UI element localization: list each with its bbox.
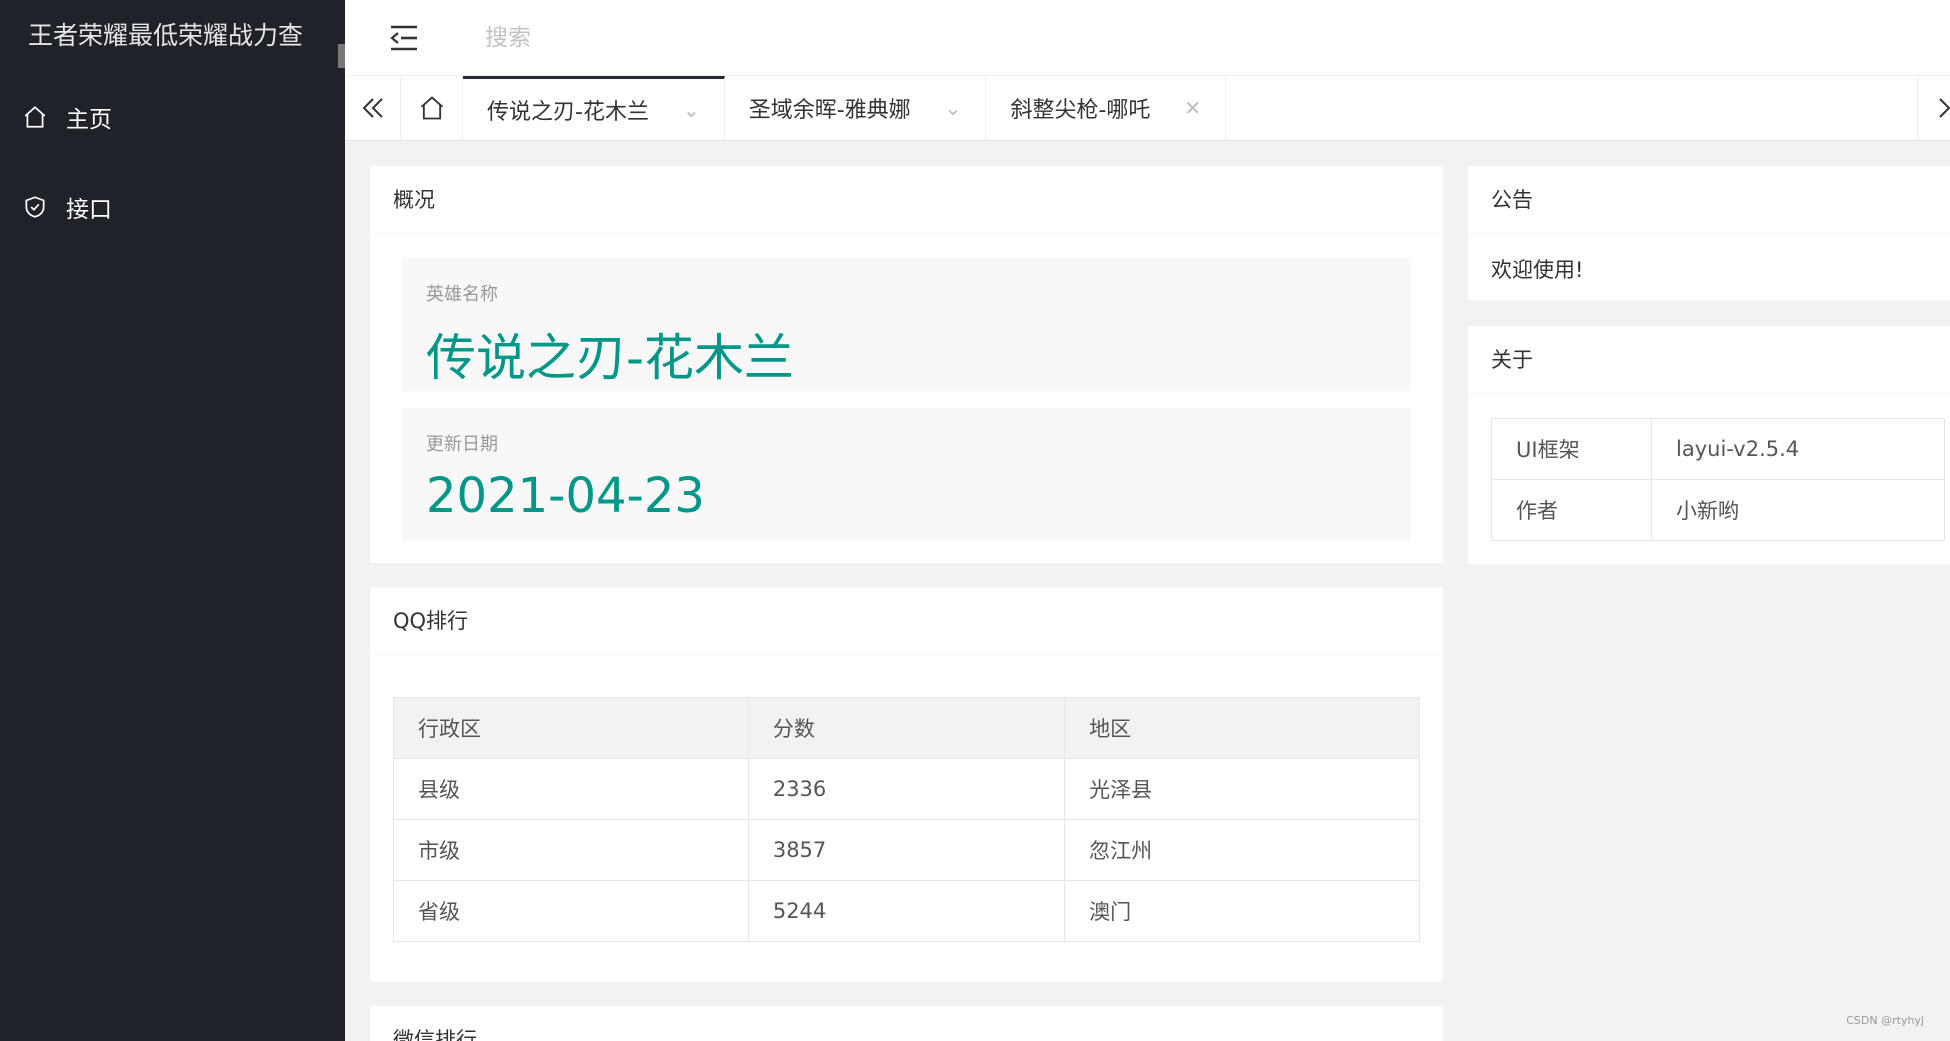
header bbox=[345, 0, 1950, 76]
logo-scrollbar bbox=[338, 44, 345, 68]
watermark: CSDN @rtyhyj bbox=[1846, 1014, 1924, 1027]
table-cell: 5244 bbox=[747, 880, 1066, 942]
update-date-box: 更新日期 2021-04-23 bbox=[402, 408, 1411, 541]
table-cell: 县级 bbox=[393, 758, 749, 820]
column-header: 地区 bbox=[1064, 697, 1420, 759]
column-header: 分数 bbox=[747, 697, 1066, 759]
search-input[interactable] bbox=[485, 18, 785, 58]
tab-bar: 传说之刃-花木兰 ⌄ 圣域余晖-雅典娜 ⌄ 斜整尖枪-哪吒 ✕ bbox=[345, 76, 1950, 141]
table-row: 作者 小新哟 bbox=[1491, 479, 1945, 541]
tab-athena[interactable]: 圣域余晖-雅典娜 ⌄ bbox=[725, 76, 987, 140]
hero-name-label: 英雄名称 bbox=[426, 284, 498, 305]
qq-ranking-card: QQ排行 行政区 分数 地区 县级 2336 光泽县 市级 3857 忽江州 省… bbox=[370, 587, 1443, 982]
about-card: 关于 UI框架 layui-v2.5.4 作者 小新哟 bbox=[1468, 326, 1950, 565]
tab-label: 斜整尖枪-哪吒 bbox=[1010, 98, 1151, 123]
tabs: 传说之刃-花木兰 ⌄ 圣域余晖-雅典娜 ⌄ 斜整尖枪-哪吒 ✕ bbox=[463, 76, 1227, 140]
table-row: 市级 3857 忽江州 bbox=[393, 819, 1420, 881]
tab-label: 圣域余晖-雅典娜 bbox=[748, 98, 911, 123]
tab-hua-mulan[interactable]: 传说之刃-花木兰 ⌄ bbox=[463, 76, 725, 140]
update-date-label: 更新日期 bbox=[426, 434, 498, 455]
table-cell: 2336 bbox=[747, 758, 1066, 820]
tab-label: 传说之刃-花木兰 bbox=[487, 99, 649, 125]
about-title: 关于 bbox=[1468, 326, 1950, 394]
home-icon bbox=[22, 104, 48, 130]
chevron-down-icon[interactable]: ⌄ bbox=[945, 96, 962, 120]
about-key: UI框架 bbox=[1491, 418, 1652, 480]
about-value: 小新哟 bbox=[1651, 479, 1945, 541]
overview-card: 概况 英雄名称 传说之刃-花木兰 更新日期 2021-04-23 bbox=[370, 166, 1443, 563]
table-cell: 光泽县 bbox=[1064, 758, 1420, 820]
tabs-scroll-right-icon[interactable] bbox=[1917, 76, 1950, 140]
overview-title: 概况 bbox=[370, 166, 1443, 234]
about-table: UI框架 layui-v2.5.4 作者 小新哟 bbox=[1491, 418, 1945, 541]
table-cell: 忽江州 bbox=[1064, 819, 1420, 881]
notice-text: 欢迎使用! bbox=[1491, 258, 1584, 282]
table-row: 省级 5244 澳门 bbox=[393, 880, 1420, 942]
sidebar-item-label: 接口 bbox=[66, 197, 112, 223]
chevron-down-icon[interactable]: ⌄ bbox=[683, 98, 700, 122]
app: 王者荣耀最低荣耀战力查 主页 接口 搜索 传说之刃-花木兰 ⌄ 圣域余晖-雅典娜… bbox=[0, 0, 1950, 1041]
close-icon[interactable]: ✕ bbox=[1184, 96, 1201, 120]
wechat-ranking-title: 微信排行 bbox=[370, 1006, 1443, 1041]
menu-fold-icon[interactable] bbox=[389, 24, 419, 52]
table-cell: 市级 bbox=[393, 819, 749, 881]
tabs-scroll-left-icon[interactable] bbox=[345, 76, 401, 140]
shield-icon bbox=[22, 194, 48, 220]
table-row: UI框架 layui-v2.5.4 bbox=[1491, 418, 1945, 480]
qq-ranking-title: QQ排行 bbox=[370, 587, 1443, 655]
table-row: 县级 2336 光泽县 bbox=[393, 758, 1420, 820]
table-cell: 省级 bbox=[393, 880, 749, 942]
sidebar-item-api[interactable]: 接口 bbox=[0, 162, 345, 252]
table-cell: 澳门 bbox=[1064, 880, 1420, 942]
table-header-row: 行政区 分数 地区 bbox=[393, 697, 1420, 759]
about-value: layui-v2.5.4 bbox=[1651, 418, 1945, 480]
tab-nezha[interactable]: 斜整尖枪-哪吒 ✕ bbox=[986, 76, 1227, 140]
hero-name-value: 传说之刃-花木兰 bbox=[426, 329, 795, 387]
tab-home-icon[interactable] bbox=[401, 76, 463, 140]
about-key: 作者 bbox=[1491, 479, 1652, 541]
sidebar-item-label: 主页 bbox=[66, 107, 112, 133]
sidebar-item-home[interactable]: 主页 bbox=[0, 72, 345, 162]
table-cell: 3857 bbox=[747, 819, 1066, 881]
notice-card: 公告 欢迎使用! bbox=[1468, 166, 1950, 301]
notice-title: 公告 bbox=[1468, 166, 1950, 234]
app-logo-title[interactable]: 王者荣耀最低荣耀战力查 bbox=[0, 0, 345, 72]
qq-ranking-table: 行政区 分数 地区 县级 2336 光泽县 市级 3857 忽江州 省级 524… bbox=[393, 697, 1420, 942]
hero-name-box: 英雄名称 传说之刃-花木兰 bbox=[402, 258, 1411, 391]
app-title: 王者荣耀最低荣耀战力查 bbox=[28, 21, 304, 50]
wechat-ranking-card: 微信排行 bbox=[370, 1006, 1443, 1041]
update-date-value: 2021-04-23 bbox=[426, 468, 705, 524]
sidebar: 王者荣耀最低荣耀战力查 主页 接口 bbox=[0, 0, 345, 1041]
column-header: 行政区 bbox=[393, 697, 749, 759]
